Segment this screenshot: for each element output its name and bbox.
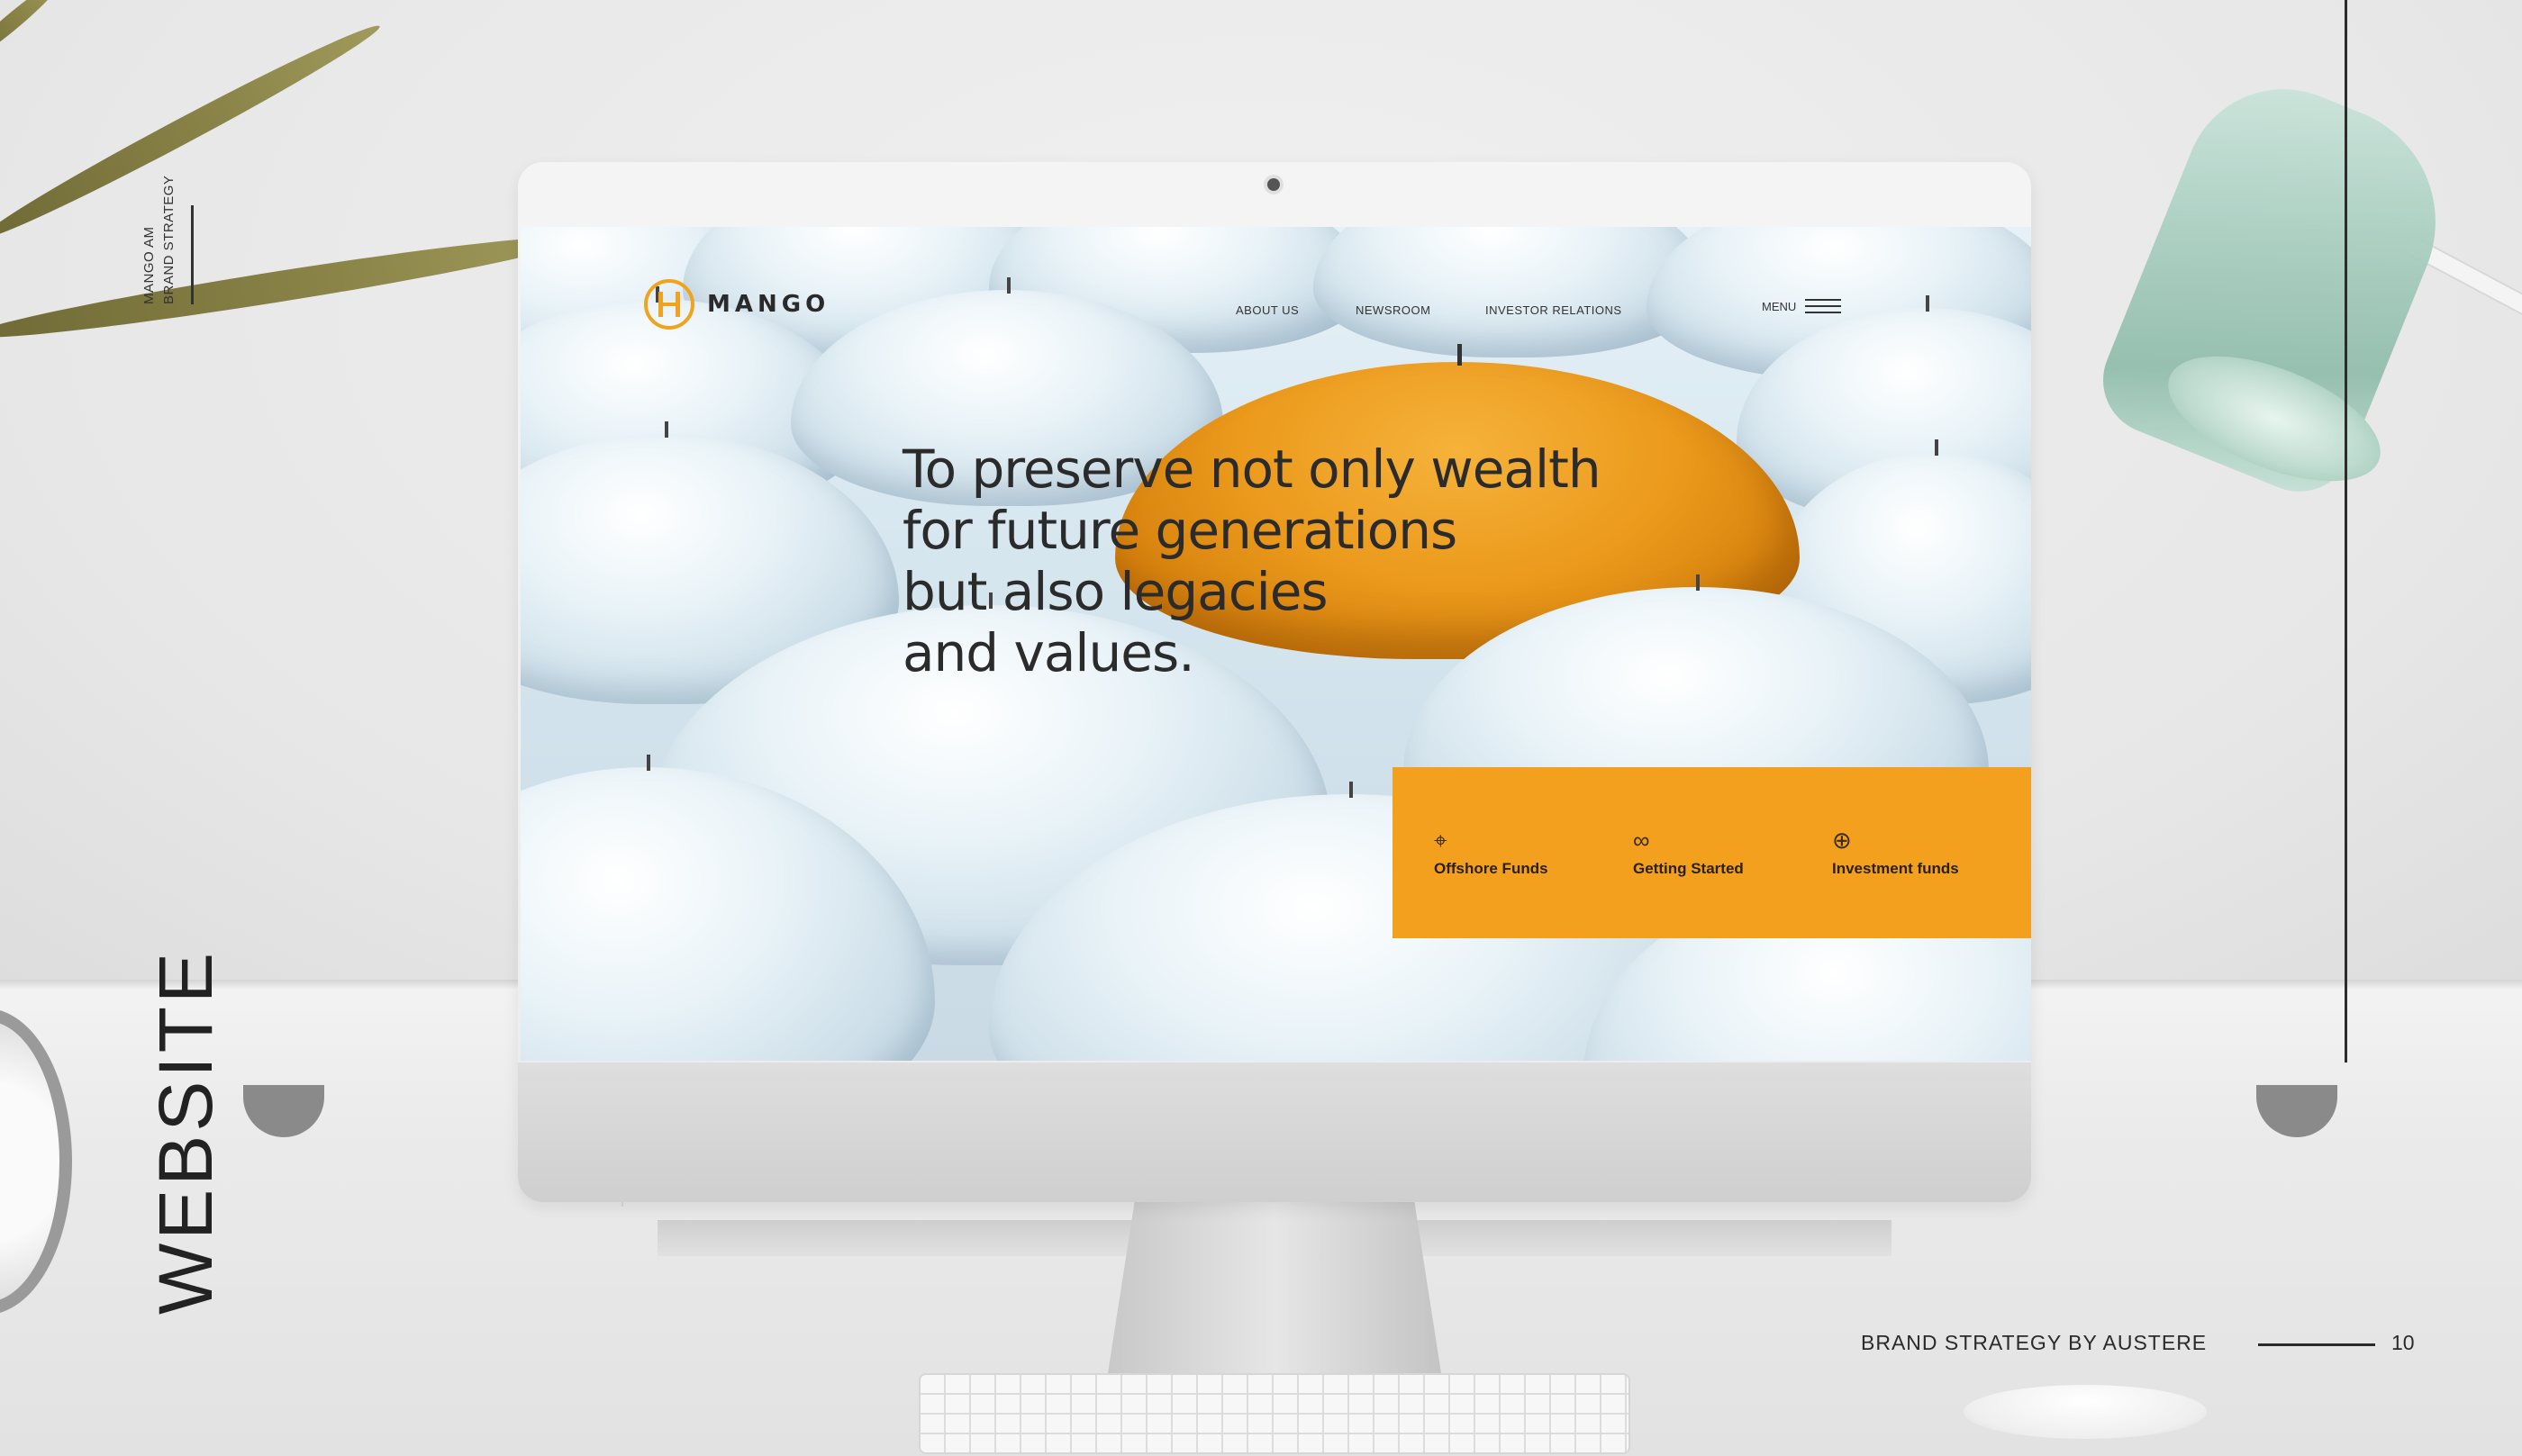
brand-name: MANGO AM — [141, 226, 157, 304]
mouse — [1964, 1385, 2207, 1439]
feature-label: Getting Started — [1633, 860, 1744, 877]
feature-getting-started[interactable]: ∞ Getting Started — [1633, 827, 1832, 878]
feature-investment-funds[interactable]: ⊕ Investment funds — [1832, 827, 2031, 878]
monitor-chin — [518, 1063, 2031, 1202]
footer-credit: BRAND STRATEGY BY AUSTERE — [1861, 1331, 2208, 1354]
brand-subtitle: BRAND STRATEGY — [161, 175, 177, 304]
feature-label: Investment funds — [1832, 860, 1959, 877]
hero-line: and values. — [903, 622, 1195, 683]
feature-label: Offshore Funds — [1434, 860, 1548, 877]
handshake-icon: ∞ — [1633, 827, 1650, 854]
hamburger-icon — [1805, 299, 1842, 313]
hero-line: for future generations — [903, 500, 1457, 561]
hero-line: To preserve not only wealth — [903, 439, 1601, 500]
camera-icon — [1267, 178, 1280, 191]
hero-line: but also legacies — [903, 561, 1329, 622]
website-screen: MANGO ABOUT US NEWSROOM INVESTOR RELATIO… — [521, 227, 2031, 1061]
keyboard — [919, 1373, 1630, 1454]
logo-wordmark: MANGO — [707, 291, 830, 318]
nav-newsroom[interactable]: NEWSROOM — [1356, 303, 1430, 317]
site-logo[interactable]: MANGO — [644, 279, 830, 330]
section-title: WEBSITE — [143, 948, 228, 1315]
mango-logo-icon — [644, 279, 694, 330]
target-icon: ⌖ — [1434, 827, 1447, 854]
nav-investor-relations[interactable]: INVESTOR RELATIONS — [1485, 303, 1622, 317]
side-brand-label: MANGO AM BRAND STRATEGY — [140, 176, 179, 304]
page-number: 10 — [2391, 1331, 2415, 1354]
hero-headline: To preserve not only wealth for future g… — [903, 439, 1641, 683]
side-divider — [191, 205, 194, 304]
globe-icon: ⊕ — [1832, 827, 1852, 854]
monitor-stand — [1108, 1202, 1441, 1373]
nav-about-us[interactable]: ABOUT US — [1236, 303, 1299, 317]
feature-offshore-funds[interactable]: ⌖ Offshore Funds — [1434, 827, 1633, 878]
menu-label: MENU — [1762, 299, 1797, 313]
menu-button[interactable]: MENU — [1762, 299, 1842, 313]
feature-band: ⌖ Offshore Funds ∞ Getting Started ⊕ Inv… — [1393, 767, 2031, 938]
right-divider — [2345, 0, 2347, 1063]
footer-divider — [2258, 1343, 2375, 1346]
